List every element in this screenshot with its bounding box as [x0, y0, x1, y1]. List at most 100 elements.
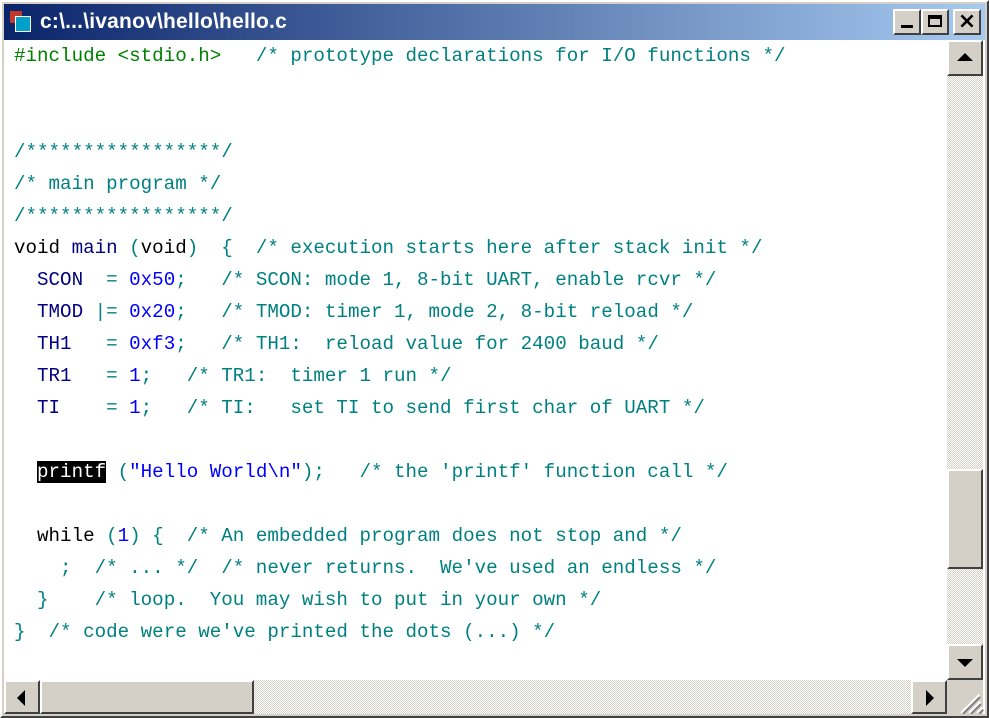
code-token: /*****************/	[14, 141, 233, 163]
selected-token: printf	[37, 461, 107, 483]
code-token: }	[14, 589, 95, 611]
code-token: (	[117, 237, 141, 259]
maximize-icon	[928, 15, 942, 27]
vertical-scrollbar[interactable]	[947, 40, 983, 680]
code-token: 1	[129, 397, 141, 419]
code-token: 1	[129, 365, 141, 387]
code-token: =	[60, 397, 130, 419]
code-token: /* TI: set TI to send first char of UART…	[186, 397, 705, 419]
code-token: /* ... */ /* never returns. We've used a…	[94, 557, 717, 579]
code-line[interactable]: TI = 1; /* TI: set TI to send first char…	[14, 392, 705, 424]
editor-window: c:\...\ivanov\hello\hello.c × #include <…	[0, 0, 989, 718]
code-token: TR1	[37, 365, 72, 387]
code-token: #include <stdio.h>	[14, 45, 222, 67]
code-token: void	[140, 237, 187, 259]
minimize-button[interactable]	[893, 9, 921, 35]
close-icon: ×	[957, 9, 977, 34]
code-token: =	[71, 333, 130, 355]
editor-client-area: #include <stdio.h> /* prototype declarat…	[4, 40, 985, 714]
code-line[interactable]: TR1 = 1; /* TR1: timer 1 run */	[14, 360, 452, 392]
arrow-left-icon	[17, 690, 25, 706]
code-token: /* TMOD: timer 1, mode 2, 8-bit reload *…	[221, 301, 694, 323]
code-token: |=	[83, 301, 130, 323]
code-token: TI	[37, 397, 61, 419]
code-token: /* main program */	[14, 173, 222, 195]
code-line[interactable]: ; /* ... */ /* never returns. We've used…	[14, 552, 716, 584]
scroll-right-button[interactable]	[911, 680, 947, 714]
arrow-up-icon	[957, 53, 973, 61]
code-token: TH1	[37, 333, 72, 355]
code-token: ;	[175, 301, 222, 323]
code-token: ;	[14, 557, 95, 579]
code-token: }	[14, 621, 49, 643]
document-app-icon[interactable]	[10, 11, 32, 33]
scroll-up-button[interactable]	[947, 40, 983, 76]
code-token: /* SCON: mode 1, 8-bit UART, enable rcvr…	[221, 269, 717, 291]
code-line[interactable]: while (1) { /* An embedded program does …	[14, 520, 682, 552]
code-line[interactable]: void main (void) { /* execution starts h…	[14, 232, 762, 264]
code-line[interactable]: #include <stdio.h> /* prototype declarat…	[14, 40, 785, 72]
code-line[interactable]: TMOD |= 0x20; /* TMOD: timer 1, mode 2, …	[14, 296, 693, 328]
code-line[interactable]: } /* code were we've printed the dots (.…	[14, 616, 555, 648]
code-token: /* prototype declarations for I/O functi…	[255, 45, 786, 67]
code-line[interactable]: SCON = 0x50; /* SCON: mode 1, 8-bit UART…	[14, 264, 716, 296]
code-token: TMOD	[37, 301, 84, 323]
arrow-right-icon	[926, 690, 934, 706]
code-token: 1	[117, 525, 130, 547]
code-token: 0x50	[129, 269, 176, 291]
minimize-icon	[901, 25, 913, 28]
code-token: void	[14, 237, 61, 259]
code-line[interactable]: /*****************/	[14, 200, 233, 232]
code-token: while	[37, 525, 95, 547]
horizontal-scroll-thumb[interactable]	[40, 680, 254, 714]
code-token: ) {	[129, 525, 187, 547]
window-title: c:\...\ivanov\hello\hello.c	[40, 10, 287, 33]
title-bar[interactable]: c:\...\ivanov\hello\hello.c ×	[4, 4, 985, 40]
size-grip[interactable]	[947, 680, 984, 714]
code-token: ;	[140, 365, 187, 387]
code-token: ;	[175, 269, 222, 291]
code-token: main	[71, 237, 118, 259]
code-text-area[interactable]: #include <stdio.h> /* prototype declarat…	[4, 40, 947, 680]
code-line[interactable]: /* main program */	[14, 168, 221, 200]
code-line[interactable]: /*****************/	[14, 136, 233, 168]
code-token: =	[83, 269, 130, 291]
code-line[interactable]: TH1 = 0xf3; /* TH1: reload value for 240…	[14, 328, 659, 360]
code-token: (	[106, 461, 130, 483]
code-token: /*****************/	[14, 205, 233, 227]
code-token: =	[71, 365, 130, 387]
horizontal-scrollbar[interactable]	[4, 680, 947, 714]
code-token: ) {	[186, 237, 256, 259]
close-button[interactable]: ×	[953, 9, 981, 35]
code-token: "Hello World\n"	[129, 461, 302, 483]
caption-buttons: ×	[893, 9, 981, 35]
code-token: );	[301, 461, 360, 483]
scroll-down-button[interactable]	[947, 644, 983, 680]
code-token: ;	[175, 333, 222, 355]
code-token: /* the 'printf' function call */	[359, 461, 728, 483]
maximize-button[interactable]	[921, 9, 949, 35]
scroll-left-button[interactable]	[4, 680, 40, 714]
arrow-down-icon	[957, 659, 973, 667]
code-token: SCON	[37, 269, 84, 291]
code-token: ;	[140, 397, 187, 419]
vertical-scroll-thumb[interactable]	[947, 469, 983, 570]
code-token: /* code were we've printed the dots (...…	[48, 621, 556, 643]
code-token: /* An embedded program does not stop and…	[186, 525, 682, 547]
code-token: (	[94, 525, 118, 547]
code-token: 0x20	[129, 301, 176, 323]
code-line[interactable]: printf ("Hello World\n"); /* the 'printf…	[14, 456, 728, 488]
code-token: /* loop. You may wish to put in your own…	[94, 589, 602, 611]
code-token: 0xf3	[129, 333, 176, 355]
code-token: /* TH1: reload value for 2400 baud */	[221, 333, 659, 355]
code-line[interactable]: } /* loop. You may wish to put in your o…	[14, 584, 601, 616]
code-token: /* execution starts here after stack ini…	[255, 237, 763, 259]
